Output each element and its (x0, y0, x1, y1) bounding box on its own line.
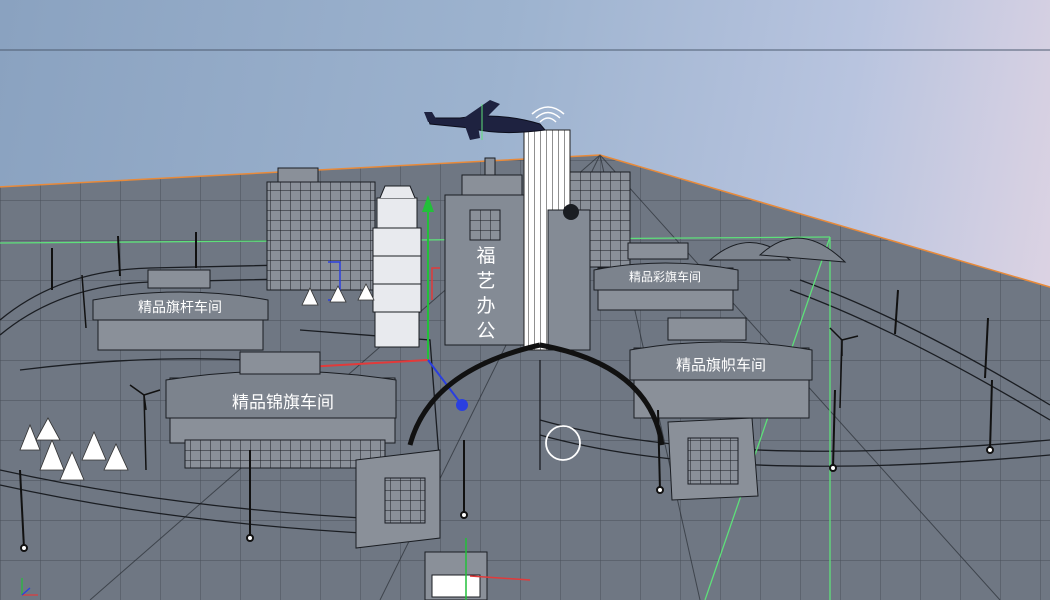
gatehouse-left[interactable] (355, 449, 441, 549)
workshop-left-lower[interactable]: 精品锦旗车间 (165, 370, 397, 469)
loading-platform[interactable] (239, 351, 321, 375)
workshop-sign-right-lower: 精品旗帜车间 (676, 356, 766, 374)
gatehouse-right[interactable] (667, 417, 759, 501)
workshop-sign-left-upper: 精品旗杆车间 (138, 299, 222, 316)
wifi-icon (531, 106, 565, 123)
pagoda-tower[interactable] (372, 185, 422, 348)
svg-text:办: 办 (476, 295, 495, 317)
workshop-sign-left-lower: 精品锦旗车间 (232, 393, 334, 413)
svg-text:艺: 艺 (476, 270, 495, 292)
wireframe-scene[interactable]: 福 艺 办 公 精品旗杆车间 精品锦旗车间 精品彩旗车间 精品旗帜车间 (0, 0, 1050, 600)
workshop-sign-right-upper: 精品彩旗车间 (629, 269, 701, 284)
svg-text:公: 公 (476, 320, 495, 342)
3d-viewport[interactable]: 福 艺 办 公 精品旗杆车间 精品锦旗车间 精品彩旗车间 精品旗帜车间 (0, 0, 1050, 600)
office-block-left[interactable] (266, 167, 376, 291)
svg-text:福: 福 (476, 245, 495, 267)
